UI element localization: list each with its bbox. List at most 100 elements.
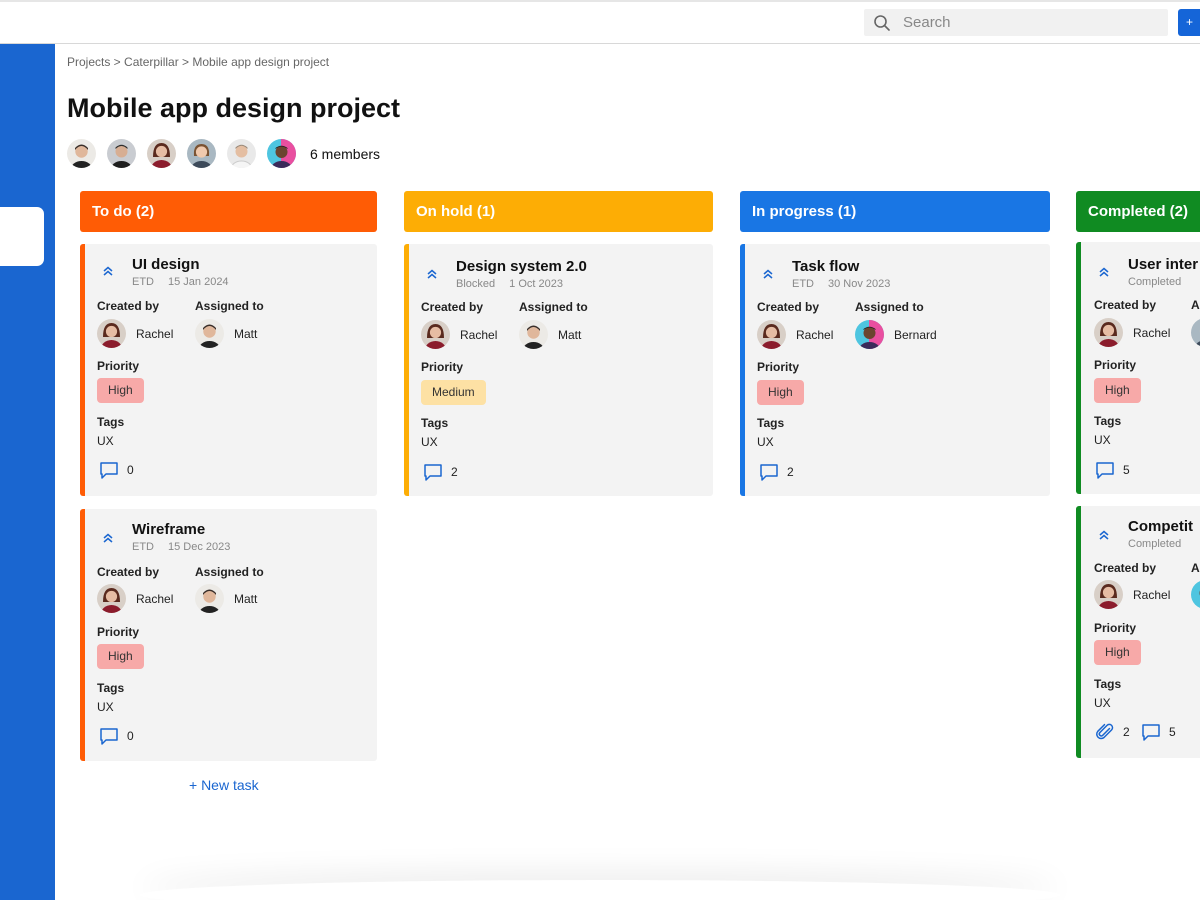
avatar[interactable] xyxy=(227,139,256,168)
tags-label: Tags xyxy=(421,416,449,430)
assignee[interactable]: Matt xyxy=(195,584,257,613)
chevron-up-icon[interactable] xyxy=(1097,265,1111,279)
column-onhold: On hold (1) xyxy=(404,191,713,232)
task-meta: Completed xyxy=(1128,276,1181,288)
avatar[interactable] xyxy=(267,139,296,168)
priority-badge[interactable]: High xyxy=(97,378,144,403)
task-title[interactable]: User inter xyxy=(1128,256,1198,273)
task-card-wireframe[interactable]: Wireframe ETD 15 Dec 2023 Created by Assi… xyxy=(80,509,377,761)
task-title[interactable]: Task flow xyxy=(792,258,859,275)
comment-icon xyxy=(100,462,118,479)
creator[interactable]: Rachel xyxy=(757,320,833,349)
task-meta: ETD 30 Nov 2023 xyxy=(792,278,890,290)
task-card-ui-design[interactable]: UI design ETD 15 Jan 2024 Created by Assi… xyxy=(80,244,377,496)
task-card-task-flow[interactable]: Task flow ETD 30 Nov 2023 Created by Assi… xyxy=(740,244,1050,496)
creator[interactable]: Rachel xyxy=(1094,580,1170,609)
comments-number: 0 xyxy=(127,463,134,477)
add-button[interactable]: + xyxy=(1178,9,1200,36)
tag[interactable]: UX xyxy=(97,700,114,714)
priority-badge[interactable]: High xyxy=(757,380,804,405)
comments-number: 2 xyxy=(451,465,458,479)
task-title[interactable]: Design system 2.0 xyxy=(456,258,587,275)
task-card-design-system[interactable]: Design system 2.0 Blocked 1 Oct 2023 Crea… xyxy=(404,244,713,496)
assignee[interactable]: Bernard xyxy=(855,320,937,349)
chevron-up-icon[interactable] xyxy=(101,531,115,545)
sidebar xyxy=(0,44,55,900)
comments-number: 5 xyxy=(1123,463,1130,477)
chevron-up-icon[interactable] xyxy=(1097,528,1111,542)
avatar xyxy=(97,584,126,613)
members-count[interactable]: 6 members xyxy=(310,146,380,162)
tag[interactable]: UX xyxy=(1094,433,1111,447)
tag[interactable]: UX xyxy=(97,434,114,448)
priority-badge[interactable]: High xyxy=(1094,378,1141,403)
task-meta: ETD 15 Jan 2024 xyxy=(132,276,229,288)
avatar xyxy=(97,319,126,348)
members-row[interactable]: 6 members xyxy=(67,139,380,168)
creator-name: Rachel xyxy=(1133,325,1171,340)
avatar xyxy=(855,320,884,349)
task-meta: Blocked 1 Oct 2023 xyxy=(456,278,563,290)
tag[interactable]: UX xyxy=(1094,696,1111,710)
task-meta-label: ETD xyxy=(132,276,154,288)
priority-label: Priority xyxy=(1094,621,1137,635)
comment-icon xyxy=(424,464,442,481)
task-title[interactable]: Wireframe xyxy=(132,521,205,538)
column-header-inprogress[interactable]: In progress (1) xyxy=(740,191,1050,232)
task-card-competitor[interactable]: Competit Completed Created by A Rachel P… xyxy=(1076,506,1200,758)
comment-icon xyxy=(760,464,778,481)
priority-label: Priority xyxy=(97,359,140,373)
creator-name: Rachel xyxy=(136,591,174,606)
avatar[interactable] xyxy=(67,139,96,168)
new-task-button[interactable]: + New task xyxy=(189,777,259,793)
creator[interactable]: Rachel xyxy=(1094,318,1170,347)
chevron-up-icon[interactable] xyxy=(425,267,439,281)
breadcrumb[interactable]: Projects > Caterpillar > Mobile app desi… xyxy=(67,55,329,69)
comments-count[interactable]: 5 xyxy=(1141,722,1176,742)
creator[interactable]: Rachel xyxy=(97,584,173,613)
task-status: Completed xyxy=(1128,276,1182,288)
search-box[interactable] xyxy=(864,9,1168,36)
column-header-completed[interactable]: Completed (2) xyxy=(1076,191,1200,232)
assignee-name: Matt xyxy=(234,326,258,341)
avatar[interactable] xyxy=(107,139,136,168)
task-card-user-interface[interactable]: User inter Completed Created by A Rachel… xyxy=(1076,242,1200,494)
avatar[interactable] xyxy=(187,139,216,168)
chevron-up-icon[interactable] xyxy=(761,267,775,281)
task-title[interactable]: UI design xyxy=(132,256,200,273)
tag[interactable]: UX xyxy=(757,435,774,449)
avatar xyxy=(421,320,450,349)
comments-count[interactable]: 0 xyxy=(99,726,134,746)
assigned-to-label: A xyxy=(1191,561,1200,575)
sidebar-active-tab[interactable] xyxy=(0,207,44,266)
comments-count[interactable]: 2 xyxy=(423,462,458,482)
avatar[interactable] xyxy=(1191,580,1200,609)
comments-count[interactable]: 2 xyxy=(759,462,794,482)
column-header-onhold[interactable]: On hold (1) xyxy=(404,191,713,232)
column-header-todo[interactable]: To do (2) xyxy=(80,191,377,232)
priority-badge[interactable]: High xyxy=(97,644,144,669)
priority-badge[interactable]: Medium xyxy=(421,380,486,405)
tag[interactable]: UX xyxy=(421,435,438,449)
chevron-up-icon[interactable] xyxy=(101,264,115,278)
creator[interactable]: Rachel xyxy=(97,319,173,348)
avatar xyxy=(195,584,224,613)
creator[interactable]: Rachel xyxy=(421,320,497,349)
created-by-label: Created by xyxy=(1094,298,1157,312)
comments-count[interactable]: 0 xyxy=(99,460,134,480)
assignee[interactable]: Matt xyxy=(519,320,581,349)
avatar xyxy=(757,320,786,349)
avatar[interactable] xyxy=(1191,318,1200,347)
priority-label: Priority xyxy=(757,360,800,374)
search-input[interactable] xyxy=(903,14,1143,31)
assignee[interactable]: Matt xyxy=(195,319,257,348)
comments-count[interactable]: 5 xyxy=(1095,460,1130,480)
attachments-count[interactable]: 2 xyxy=(1095,722,1130,742)
task-status: Completed xyxy=(1128,538,1182,550)
top-bar: + xyxy=(0,0,1200,44)
task-title[interactable]: Competit xyxy=(1128,518,1193,535)
assigned-to-label: Assigned to xyxy=(195,299,264,313)
created-by-label: Created by xyxy=(757,300,820,314)
priority-badge[interactable]: High xyxy=(1094,640,1141,665)
avatar[interactable] xyxy=(147,139,176,168)
